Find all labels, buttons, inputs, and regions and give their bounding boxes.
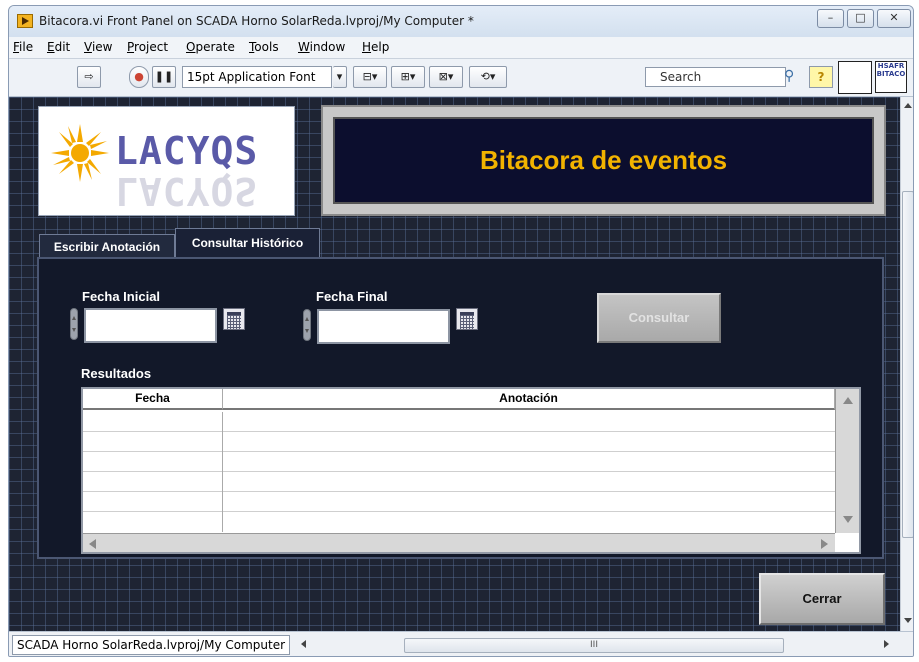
sun-logo-icon xyxy=(51,124,109,182)
maximize-button[interactable]: □ xyxy=(847,9,874,28)
table-row[interactable] xyxy=(83,472,835,492)
consultar-button[interactable]: Consultar xyxy=(597,293,721,343)
table-row[interactable] xyxy=(83,412,835,432)
menu-help[interactable]: Help xyxy=(362,40,389,54)
fecha-inicial-field[interactable] xyxy=(84,308,217,343)
scroll-up-arrow-icon[interactable] xyxy=(904,103,912,108)
table-row[interactable] xyxy=(83,512,835,532)
distribute-objects-icon[interactable]: ⊞▾ xyxy=(391,66,425,88)
window-vertical-scrollbar[interactable] xyxy=(900,97,913,631)
resize-objects-icon[interactable]: ⊠▾ xyxy=(429,66,463,88)
col-header-anotacion: Anotación xyxy=(223,389,835,410)
abort-icon[interactable]: ● xyxy=(129,66,149,88)
vertical-scroll-thumb[interactable] xyxy=(902,191,913,538)
table-cell-fecha[interactable] xyxy=(83,492,223,512)
col-header-fecha: Fecha xyxy=(83,389,223,410)
menu-project[interactable]: Project xyxy=(127,40,168,54)
fecha-inicial-label: Fecha Inicial xyxy=(82,289,161,304)
scroll-down-arrow-icon[interactable] xyxy=(843,516,853,523)
table-row[interactable] xyxy=(83,492,835,512)
fecha-final-label: Fecha Final xyxy=(316,289,388,304)
font-selector[interactable]: 15pt Application Font xyxy=(182,66,332,88)
font-dropdown-icon[interactable]: ▾ xyxy=(333,66,347,88)
menu-window[interactable]: Window xyxy=(298,40,345,54)
menu-edit[interactable]: Edit xyxy=(47,40,70,54)
pause-icon[interactable]: ❚❚ xyxy=(152,66,176,88)
fecha-final-calendar-icon[interactable] xyxy=(456,308,478,330)
scroll-left-arrow-icon[interactable] xyxy=(89,539,96,549)
horizontal-scroll-thumb[interactable]: III xyxy=(404,638,784,653)
header-banner: Bitacora de eventos xyxy=(333,117,874,204)
table-vertical-scrollbar[interactable] xyxy=(835,389,859,533)
header-frame: Bitacora de eventos xyxy=(321,105,886,216)
close-button[interactable]: ✕ xyxy=(877,9,911,28)
page-title: Bitacora de eventos xyxy=(479,145,728,175)
scroll-up-arrow-icon[interactable] xyxy=(843,397,853,404)
scroll-right-arrow-icon[interactable] xyxy=(884,640,889,648)
fecha-inicial-increment[interactable] xyxy=(70,308,78,340)
table-cell-fecha[interactable] xyxy=(83,412,223,432)
project-path: SCADA Horno SolarReda.lvproj/My Computer xyxy=(12,635,291,655)
minimize-button[interactable]: – xyxy=(817,9,844,28)
lacyqs-logo: LACYQS LACYQS xyxy=(38,106,295,216)
table-cell-fecha[interactable] xyxy=(83,432,223,452)
table-row[interactable] xyxy=(83,452,835,472)
tab-escribir-anotacion[interactable]: Escribir Anotación xyxy=(39,234,175,258)
resultados-label: Resultados xyxy=(81,366,152,381)
title-bar: Bitacora.vi Front Panel on SCADA Horno S… xyxy=(9,6,913,37)
search-input[interactable]: Search xyxy=(645,67,786,87)
fecha-final-field[interactable] xyxy=(317,309,450,344)
reorder-icon[interactable]: ⟲▾ xyxy=(469,66,507,88)
scroll-down-arrow-icon[interactable] xyxy=(904,618,912,623)
toolbar: ⇨ ● ❚❚ 15pt Application Font ▾ ⊟▾ ⊞▾ ⊠▾ … xyxy=(9,59,913,97)
search-icon[interactable]: ⚲ xyxy=(784,68,802,86)
logo-reflection: LACYQS xyxy=(115,169,259,213)
table-cell-fecha[interactable] xyxy=(83,452,223,472)
connector-pane-icon[interactable] xyxy=(838,61,872,94)
table-cell-fecha[interactable] xyxy=(83,512,223,532)
fecha-final-increment[interactable] xyxy=(303,309,311,341)
logo-wordmark: LACYQS xyxy=(115,129,259,173)
window-title: Bitacora.vi Front Panel on SCADA Horno S… xyxy=(39,14,474,28)
fecha-inicial-calendar-icon[interactable] xyxy=(223,308,245,330)
tab-consultar-historico[interactable]: Consultar Histórico xyxy=(175,228,320,258)
resultados-table[interactable]: Fecha Anotación xyxy=(81,387,861,554)
menu-file[interactable]: File xyxy=(13,40,33,54)
scroll-left-arrow-icon[interactable] xyxy=(301,640,306,648)
run-arrow-icon[interactable]: ⇨ xyxy=(77,66,101,88)
context-help-icon[interactable]: ? xyxy=(809,66,833,88)
table-horizontal-scrollbar[interactable] xyxy=(83,533,835,552)
scroll-right-arrow-icon[interactable] xyxy=(821,539,828,549)
table-row[interactable] xyxy=(83,432,835,452)
menu-view[interactable]: View xyxy=(84,40,112,54)
cerrar-button[interactable]: Cerrar xyxy=(759,573,885,625)
labview-window: Bitacora.vi Front Panel on SCADA Horno S… xyxy=(8,5,914,657)
front-panel: LACYQS LACYQS Bitacora de eventos Escrib… xyxy=(9,97,900,631)
table-cell-fecha[interactable] xyxy=(83,472,223,492)
align-objects-icon[interactable]: ⊟▾ xyxy=(353,66,387,88)
vi-icon[interactable]: HSAFR BITACO xyxy=(875,61,907,93)
labview-app-icon xyxy=(17,14,33,28)
menu-operate[interactable]: Operate xyxy=(186,40,235,54)
menu-bar: File Edit View Project Operate Tools Win… xyxy=(9,37,913,59)
menu-tools[interactable]: Tools xyxy=(249,40,279,54)
status-bar: SCADA Horno SolarReda.lvproj/My Computer… xyxy=(9,631,913,656)
